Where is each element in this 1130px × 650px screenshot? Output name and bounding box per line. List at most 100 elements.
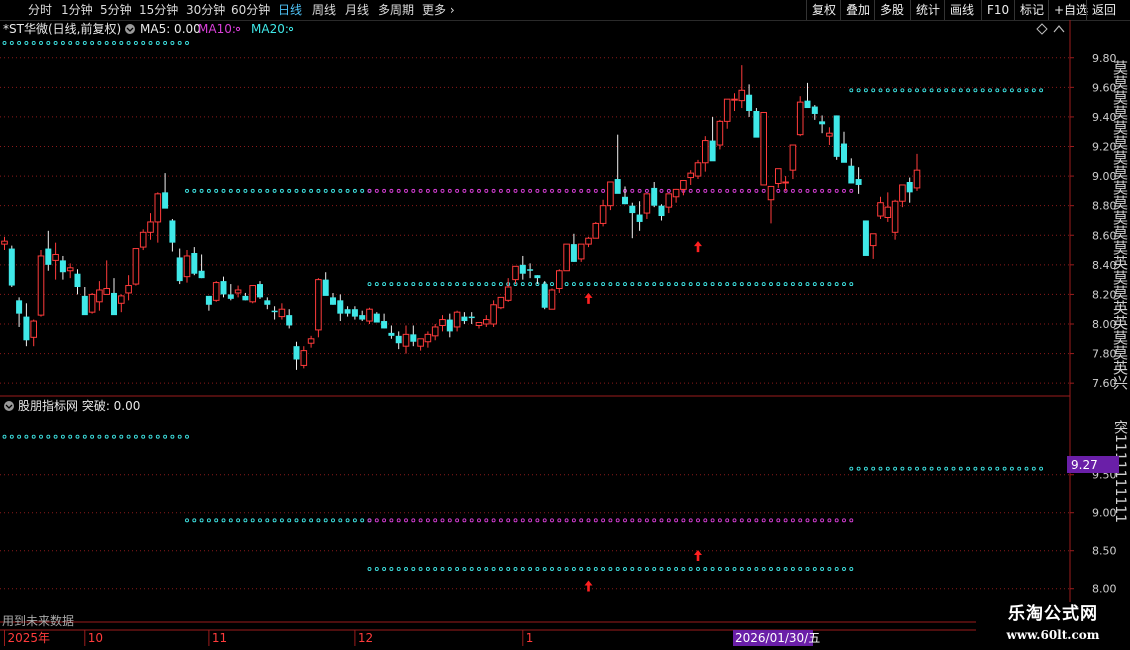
level-dot (966, 466, 971, 471)
action-button-0[interactable]: 复权 (806, 0, 841, 20)
level-dot (696, 567, 700, 571)
level-dot (776, 567, 781, 571)
action-button-6[interactable]: 标记 (1014, 0, 1049, 20)
level-dot (542, 567, 547, 571)
level-dot (228, 188, 233, 193)
level-dot (119, 434, 124, 439)
level-dot (440, 518, 445, 523)
level-dot (637, 567, 642, 571)
up-arrow-icon (584, 292, 593, 304)
level-dot (1024, 466, 1029, 471)
period-tab-10[interactable]: 更多 › (422, 2, 455, 18)
level-dot (1009, 88, 1014, 93)
level-dot (988, 466, 992, 471)
level-dot (623, 567, 627, 571)
candle-body (257, 284, 263, 298)
period-tab-1[interactable]: 1分钟 (61, 2, 93, 18)
level-dot (528, 282, 533, 287)
level-dot (374, 282, 379, 287)
level-dot (258, 518, 262, 523)
stock-chart[interactable]: 9.809.609.409.209.008.808.608.408.208.00… (0, 20, 1130, 650)
level-dot (367, 188, 372, 193)
level-dot (214, 188, 219, 193)
chevron-up-icon[interactable] (1053, 25, 1065, 33)
level-dot (382, 188, 387, 193)
candle-body (424, 333, 432, 343)
level-dot (783, 282, 788, 287)
candle-body (23, 316, 30, 341)
level-dot (1031, 466, 1036, 471)
action-button-4[interactable]: 画线 (944, 0, 979, 20)
period-tab-2[interactable]: 5分钟 (100, 2, 132, 18)
level-dot (834, 282, 839, 287)
level-dot (141, 41, 146, 45)
level-dot (995, 466, 1000, 471)
level-dot (112, 41, 116, 45)
diamond-icon[interactable] (1036, 23, 1048, 35)
level-dot (60, 41, 65, 45)
level-dot (936, 466, 941, 471)
level-dot (586, 282, 591, 287)
level-dot (272, 188, 277, 193)
candle-body (775, 168, 782, 184)
period-tab-3[interactable]: 15分钟 (139, 2, 178, 18)
level-dot (805, 567, 810, 571)
level-dot (148, 41, 153, 45)
candle-body (37, 255, 45, 316)
action-button-8[interactable]: 返回 (1086, 0, 1121, 20)
action-button-3[interactable]: 统计 (910, 0, 945, 20)
level-dot (936, 88, 941, 93)
candle-body (103, 288, 111, 295)
level-dot (710, 188, 715, 193)
candle-body (519, 264, 526, 274)
candle-body (599, 205, 607, 224)
period-tab-8[interactable]: 月线 (345, 2, 369, 18)
candle-body (899, 184, 906, 202)
level-dot (265, 518, 270, 523)
candle-body (271, 310, 278, 313)
level-dot (367, 282, 372, 287)
level-dot (564, 567, 569, 571)
level-dot (309, 188, 314, 193)
period-tab-4[interactable]: 30分钟 (186, 2, 225, 18)
period-tab-7[interactable]: 周线 (312, 2, 336, 18)
level-dot (447, 567, 452, 571)
x-axis-label: 2025年 (8, 631, 51, 645)
ma5-label: MA5: 0.00 (140, 22, 201, 36)
level-dot (725, 518, 730, 523)
candle-body (191, 253, 198, 274)
period-tab-6[interactable]: 日线 (278, 2, 302, 18)
action-button-2[interactable]: 多股 (874, 0, 909, 20)
level-dot (389, 282, 394, 287)
chevron-down-icon[interactable] (125, 24, 135, 34)
level-dot (805, 282, 810, 287)
level-lines (2, 41, 1044, 571)
level-dot (593, 282, 598, 287)
action-button-1[interactable]: 叠加 (840, 0, 875, 20)
candle-body (723, 98, 731, 122)
level-dot (688, 188, 693, 193)
candle-body (789, 144, 797, 171)
action-button-5[interactable]: F10 (981, 0, 1014, 20)
candle-body (8, 248, 15, 286)
level-dot (396, 518, 401, 523)
chevron-down-icon[interactable] (4, 401, 14, 411)
candle-body (132, 248, 140, 285)
period-tab-5[interactable]: 60分钟 (231, 2, 270, 18)
level-dot (418, 567, 423, 571)
level-dot (97, 41, 102, 45)
level-dot (688, 518, 693, 523)
period-tab-0[interactable]: 分时 (28, 2, 52, 18)
value-badge: 9.27 (1071, 458, 1098, 472)
candle-body (913, 169, 921, 189)
level-dot (425, 282, 430, 287)
level-dot (885, 88, 890, 93)
period-tab-9[interactable]: 多周期 (378, 2, 414, 18)
level-dot (185, 41, 189, 45)
candle-body (731, 98, 738, 101)
level-dot (498, 518, 503, 523)
level-dot (966, 88, 971, 93)
level-dot (404, 282, 408, 287)
level-dot (199, 188, 204, 193)
level-dot (761, 282, 766, 287)
